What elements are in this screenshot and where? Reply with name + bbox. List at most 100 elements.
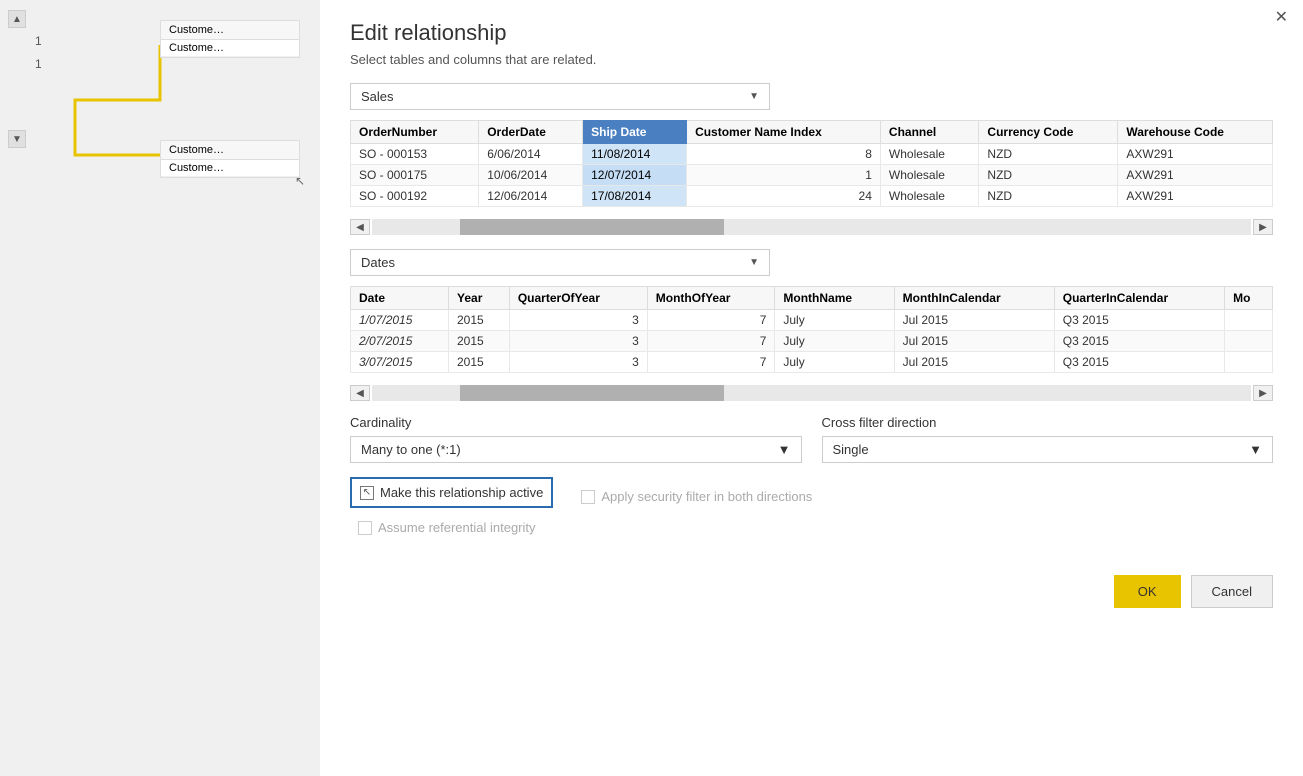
cell-quarterofyear: 3	[509, 352, 647, 373]
table1-scroll-track[interactable]	[372, 219, 1251, 235]
table1-scrollbar[interactable]: ◀ ▶	[350, 219, 1273, 235]
cell-quarterincalendar: Q3 2015	[1054, 331, 1224, 352]
table2-scroll-track[interactable]	[372, 385, 1251, 401]
cardinality-group: Cardinality Many to one (*:1) ▼	[350, 415, 802, 463]
close-button[interactable]: ✕	[1275, 10, 1288, 26]
table2-data: Date Year QuarterOfYear MonthOfYear Mont…	[350, 286, 1273, 373]
table2-scrollbar[interactable]: ◀ ▶	[350, 385, 1273, 401]
table1-data: OrderNumber OrderDate Ship Date Customer…	[350, 120, 1273, 207]
table-row: 2/07/2015 2015 3 7 July Jul 2015 Q3 2015	[351, 331, 1273, 352]
checkboxes-section: ↖ Make this relationship active Assume r…	[350, 477, 1273, 555]
cell-monthincalendar: Jul 2015	[894, 331, 1054, 352]
cell-quarterincalendar: Q3 2015	[1054, 352, 1224, 373]
col-channel[interactable]: Channel	[880, 121, 979, 144]
referential-integrity-row: Assume referential integrity	[350, 514, 553, 541]
col-mo[interactable]: Mo	[1225, 287, 1273, 310]
cell-warehousecode: AXW291	[1118, 144, 1273, 165]
dialog-title: Edit relationship	[350, 20, 1273, 46]
cell-currencycode: NZD	[979, 144, 1118, 165]
table1-scroll-left[interactable]: ◀	[350, 219, 370, 235]
cancel-button[interactable]: Cancel	[1191, 575, 1273, 608]
cross-filter-dropdown[interactable]: Single ▼	[822, 436, 1274, 463]
cell-channel: Wholesale	[880, 186, 979, 207]
cross-filter-value: Single	[833, 442, 869, 457]
table-card-1-row-1: Custome…	[161, 40, 299, 57]
table1-dropdown[interactable]: Sales ▼	[350, 83, 770, 110]
edit-relationship-dialog: ✕ Edit relationship Select tables and co…	[320, 0, 1303, 776]
cell-currencycode: NZD	[979, 186, 1118, 207]
make-active-label: Make this relationship active	[380, 485, 543, 500]
col-ordernumber[interactable]: OrderNumber	[351, 121, 479, 144]
cell-shipdate: 11/08/2014	[583, 144, 687, 165]
make-active-checkbox-wrapper: ↖ Make this relationship active	[360, 485, 543, 500]
cell-year: 2015	[449, 310, 510, 331]
col-quarterincalendar[interactable]: QuarterInCalendar	[1054, 287, 1224, 310]
referential-integrity-checkbox[interactable]	[358, 521, 372, 535]
cross-filter-group: Cross filter direction Single ▼	[822, 415, 1274, 463]
col-warehousecode[interactable]: Warehouse Code	[1118, 121, 1273, 144]
apply-security-filter-checkbox[interactable]	[581, 490, 595, 504]
scroll-down-btn[interactable]: ▼	[8, 130, 26, 148]
table2-dropdown-value: Dates	[361, 255, 395, 270]
cardinality-chevron: ▼	[778, 442, 791, 457]
cell-date: 3/07/2015	[351, 352, 449, 373]
cell-monthincalendar: Jul 2015	[894, 352, 1054, 373]
cell-channel: Wholesale	[880, 165, 979, 186]
col-quarterofyear[interactable]: QuarterOfYear	[509, 287, 647, 310]
table2-dropdown[interactable]: Dates ▼	[350, 249, 770, 276]
col-monthincalendar[interactable]: MonthInCalendar	[894, 287, 1054, 310]
ok-button[interactable]: OK	[1114, 575, 1181, 608]
cross-filter-chevron: ▼	[1249, 442, 1262, 457]
make-active-checkbox[interactable]: ↖	[360, 486, 374, 500]
cell-mo	[1225, 310, 1273, 331]
table2-scroll-left[interactable]: ◀	[350, 385, 370, 401]
left-checkboxes: ↖ Make this relationship active Assume r…	[350, 477, 553, 547]
cell-monthname: July	[775, 352, 894, 373]
col-shipdate[interactable]: Ship Date	[583, 121, 687, 144]
apply-security-filter-row: Apply security filter in both directions	[573, 483, 820, 510]
table1-scroll-right[interactable]: ▶	[1253, 219, 1273, 235]
table1-header-row: OrderNumber OrderDate Ship Date Customer…	[351, 121, 1273, 144]
col-customernameindex[interactable]: Customer Name Index	[687, 121, 881, 144]
table1-dropdown-container: Sales ▼	[350, 83, 1273, 110]
col-monthname[interactable]: MonthName	[775, 287, 894, 310]
col-currencycode[interactable]: Currency Code	[979, 121, 1118, 144]
diagram-area: ▲ ▼ 1 1 ↖ Custome… Custome… Custome… Cus…	[0, 0, 320, 776]
table2-scroll-right[interactable]: ▶	[1253, 385, 1273, 401]
table1-wrapper: OrderNumber OrderDate Ship Date Customer…	[350, 120, 1273, 219]
cell-monthincalendar: Jul 2015	[894, 310, 1054, 331]
cell-customernameindex: 8	[687, 144, 881, 165]
cell-year: 2015	[449, 352, 510, 373]
col-year[interactable]: Year	[449, 287, 510, 310]
table-card-1-header: Custome…	[161, 21, 299, 40]
cell-shipdate: 17/08/2014	[583, 186, 687, 207]
col-date[interactable]: Date	[351, 287, 449, 310]
dialog-subtitle: Select tables and columns that are relat…	[350, 52, 1273, 67]
cell-orderdate: 12/06/2014	[479, 186, 583, 207]
cell-monthofyear: 7	[647, 352, 775, 373]
make-active-row[interactable]: ↖ Make this relationship active	[350, 477, 553, 508]
table1-dropdown-value: Sales	[361, 89, 394, 104]
cell-quarterincalendar: Q3 2015	[1054, 310, 1224, 331]
col-orderdate[interactable]: OrderDate	[479, 121, 583, 144]
cardinality-value: Many to one (*:1)	[361, 442, 461, 457]
apply-security-filter-label: Apply security filter in both directions	[601, 489, 812, 504]
svg-text:1: 1	[35, 57, 42, 71]
cell-customernameindex: 24	[687, 186, 881, 207]
cell-monthname: July	[775, 331, 894, 352]
cell-ordernumber: SO - 000192	[351, 186, 479, 207]
cell-warehousecode: AXW291	[1118, 165, 1273, 186]
connector-lines: 1 1 ↖	[0, 0, 320, 776]
cell-mo	[1225, 352, 1273, 373]
cell-customernameindex: 1	[687, 165, 881, 186]
table-row: SO - 000153 6/06/2014 11/08/2014 8 Whole…	[351, 144, 1273, 165]
table1-dropdown-chevron: ▼	[749, 91, 759, 102]
col-monthofyear[interactable]: MonthOfYear	[647, 287, 775, 310]
cell-orderdate: 6/06/2014	[479, 144, 583, 165]
svg-text:1: 1	[35, 34, 42, 48]
scroll-up-btn[interactable]: ▲	[8, 10, 26, 28]
cell-year: 2015	[449, 331, 510, 352]
table-row: 3/07/2015 2015 3 7 July Jul 2015 Q3 2015	[351, 352, 1273, 373]
table1-scroll-thumb	[460, 219, 724, 235]
cardinality-dropdown[interactable]: Many to one (*:1) ▼	[350, 436, 802, 463]
